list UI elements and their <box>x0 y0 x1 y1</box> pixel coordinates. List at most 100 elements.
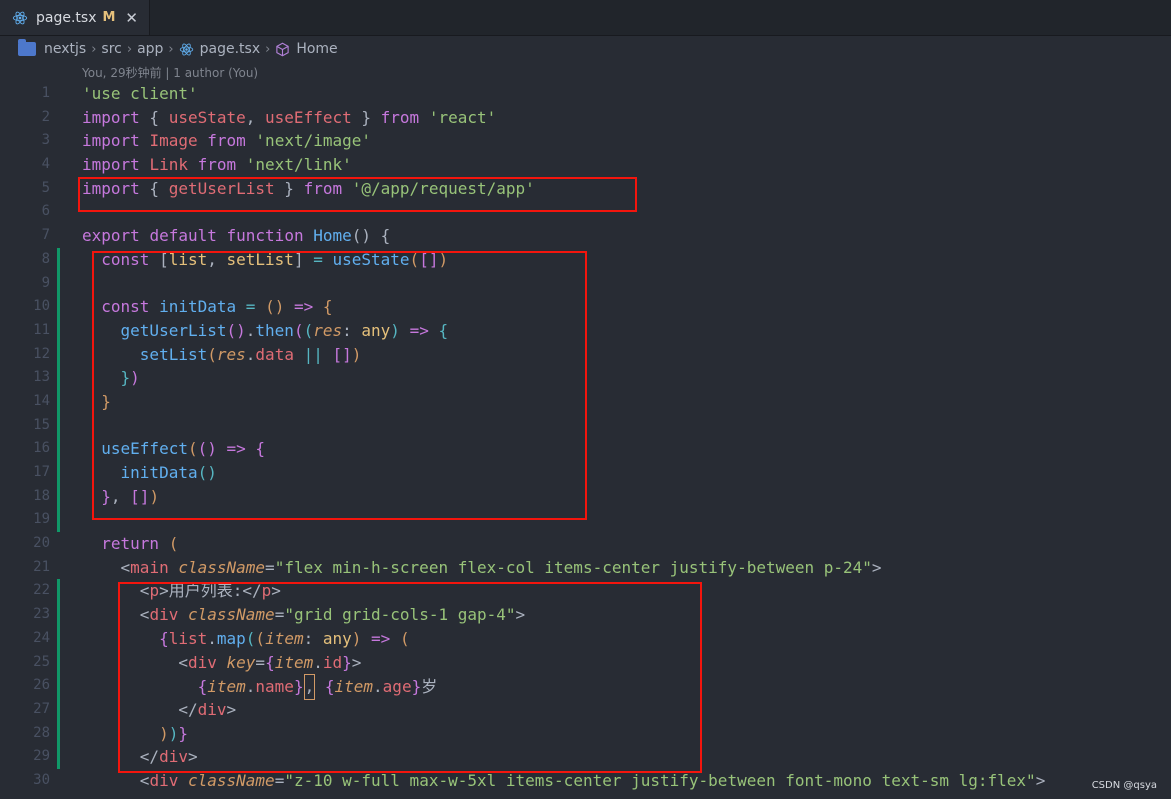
code-token: < <box>178 652 188 672</box>
line-number: 28 <box>33 724 50 741</box>
code-line[interactable]: 7 export default function Home() { <box>0 224 1171 248</box>
code-token: useEffect <box>101 439 188 459</box>
code-line[interactable]: 5 import { getUserList } from '@/app/requ… <box>0 177 1171 201</box>
code-token: div <box>159 747 188 767</box>
line-number: 23 <box>33 606 50 623</box>
code-token: Home <box>313 226 352 246</box>
code-text: <div className="grid grid-cols-1 gap-4"> <box>82 603 525 627</box>
line-number: 24 <box>33 629 50 646</box>
git-added-marker <box>57 508 60 533</box>
code-line[interactable]: 12 setList(res.data || []) <box>0 342 1171 367</box>
code-token: any <box>322 628 352 648</box>
code-line[interactable]: 13 }) <box>0 366 1171 390</box>
line-number: 10 <box>33 298 50 315</box>
code-text: <p>用户列表:</p> <box>82 579 281 603</box>
code-line[interactable]: 6 <box>0 200 1171 224</box>
code-token: div <box>149 605 179 625</box>
code-token: . <box>245 677 256 697</box>
code-token: = <box>265 557 275 577</box>
code-line[interactable]: 19 <box>0 508 1171 533</box>
breadcrumb-item-app[interactable]: app <box>137 41 163 57</box>
code-line[interactable]: 20 return ( <box>0 532 1171 556</box>
code-line[interactable]: 14 } <box>0 389 1171 414</box>
code-token: import <box>82 131 140 151</box>
git-added-marker <box>57 437 60 461</box>
code-line[interactable]: 1 'use client' <box>0 82 1171 106</box>
breadcrumb-item-src[interactable]: src <box>101 41 121 57</box>
git-added-marker <box>57 603 60 627</box>
code-token: then <box>255 320 294 340</box>
code-line[interactable]: 23 <div className="grid grid-cols-1 gap-… <box>0 603 1171 627</box>
code-line[interactable]: 30 <div className="z-10 w-full max-w-5xl… <box>0 769 1171 793</box>
code-line[interactable]: 18 }, []) <box>0 484 1171 509</box>
code-line[interactable]: 2 import { useState, useEffect } from 're… <box>0 106 1171 130</box>
code-token: className <box>187 770 275 790</box>
code-token: from <box>303 178 343 198</box>
code-line[interactable]: 3 import Image from 'next/image' <box>0 129 1171 153</box>
breadcrumb-item-nextjs[interactable]: nextjs <box>18 39 86 57</box>
code-editor[interactable]: 1 'use client' 2 import { useState, useEffe… <box>0 82 1171 793</box>
code-token: </ <box>178 699 198 719</box>
code-line[interactable]: 16 useEffect(() => { <box>0 437 1171 461</box>
code-token: => <box>293 297 314 317</box>
code-line[interactable]: 15 <box>0 413 1171 438</box>
code-line[interactable]: 28 ))} <box>0 721 1171 746</box>
close-icon[interactable]: ✕ <box>125 9 138 27</box>
code-token: default <box>149 226 217 246</box>
code-token: Image <box>149 131 198 151</box>
chevron-right-icon: › <box>168 41 174 57</box>
git-added-marker <box>57 271 60 296</box>
line-number: 21 <box>33 558 50 575</box>
code-line[interactable]: 4 import Link from 'next/link' <box>0 153 1171 177</box>
git-added-marker <box>57 295 60 319</box>
code-line[interactable]: 27 </div> <box>0 697 1171 722</box>
code-token: age <box>382 677 412 697</box>
code-line[interactable]: 26 {item.name}, {item.age}岁 <box>0 674 1171 700</box>
line-number: 5 <box>41 179 50 196</box>
git-added-marker <box>57 579 60 604</box>
code-token: ( <box>409 249 420 269</box>
code-line[interactable]: 24 {list.map((item: any) => ( <box>0 626 1171 651</box>
code-line[interactable]: 11 getUserList().then((res: any) => { <box>0 318 1171 343</box>
code-token: } <box>293 677 304 697</box>
code-token: [] <box>130 486 150 506</box>
code-token: { <box>139 178 169 198</box>
code-token: > <box>515 605 526 625</box>
code-token: useState <box>168 107 246 127</box>
code-line[interactable]: 10 const initData = () => { <box>0 295 1171 319</box>
code-token: } <box>178 723 188 743</box>
code-line[interactable]: 22 <p>用户列表:</p> <box>0 579 1171 604</box>
code-line[interactable]: 29 </div> <box>0 745 1171 769</box>
code-token: p <box>149 581 160 601</box>
breadcrumb-item-home[interactable]: Home <box>275 41 338 57</box>
code-token: div <box>149 770 179 790</box>
code-text: <div key={item.id}> <box>82 651 361 675</box>
line-number: 4 <box>41 156 50 173</box>
code-line[interactable]: 9 <box>0 271 1171 296</box>
code-line[interactable]: 17 initData() <box>0 461 1171 485</box>
breadcrumb-item-page-tsx[interactable]: page.tsx <box>179 41 260 57</box>
breadcrumb-label: Home <box>296 41 338 57</box>
codelens-blame[interactable]: You, 29秒钟前 | 1 author (You) <box>82 64 258 81</box>
code-token: { <box>322 297 333 317</box>
code-line[interactable]: 25 <div key={item.id}> <box>0 650 1171 675</box>
code-token: ( <box>303 320 314 340</box>
code-line[interactable]: 21 <main className="flex min-h-screen fl… <box>0 556 1171 580</box>
tab-page-tsx[interactable]: page.tsx M ✕ <box>0 0 150 35</box>
breadcrumb-label: page.tsx <box>199 41 261 57</box>
code-line[interactable]: 8 const [list, setList] = useState([]) <box>0 247 1171 272</box>
code-text: return ( <box>82 532 178 556</box>
code-token: div <box>197 699 227 719</box>
code-token: () <box>265 297 285 317</box>
